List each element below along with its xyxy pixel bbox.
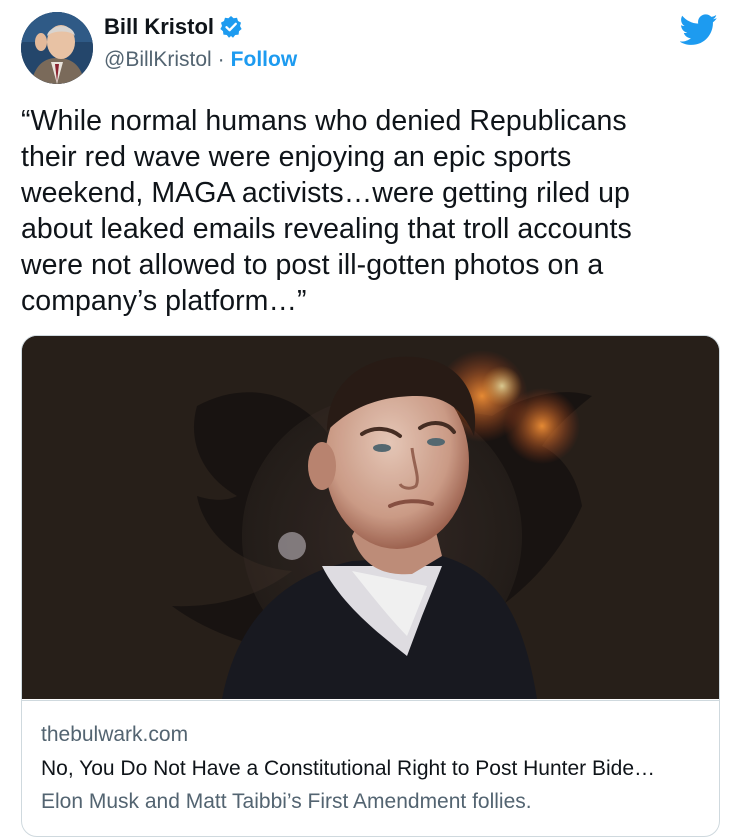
tweet-text: “While normal humans who denied Republic… (21, 103, 711, 319)
card-title[interactable]: No, You Do Not Have a Constitutional Rig… (41, 757, 655, 781)
article-photo[interactable] (22, 336, 719, 699)
display-name[interactable]: Bill Kristol (104, 14, 214, 40)
separator-dot: · (217, 48, 225, 71)
link-card[interactable]: thebulwark.com No, You Do Not Have a Con… (21, 335, 720, 837)
twitter-bird-icon[interactable] (679, 14, 718, 46)
follow-button[interactable]: Follow (231, 48, 298, 72)
tweet-text-line: “While normal humans who denied Republic… (21, 105, 627, 137)
verified-badge-icon (219, 15, 243, 39)
handle[interactable]: @BillKristol (104, 48, 212, 72)
tweet-text-line: weekend, MAGA activists…were getting ril… (21, 177, 630, 209)
tweet-text-line: were not allowed to post ill-gotten phot… (21, 249, 604, 281)
tweet-text-line: about leaked emails revealing that troll… (21, 213, 632, 245)
tweet-text-line: company’s platform…” (21, 285, 307, 317)
card-description: Elon Musk and Matt Taibbi’s First Amendm… (41, 790, 532, 813)
card-domain: thebulwark.com (41, 723, 189, 746)
author-block: Bill Kristol @BillKristol · Follow (104, 12, 297, 72)
tweet: Bill Kristol @BillKristol · Follow “Whil… (0, 0, 734, 837)
card-meta[interactable]: thebulwark.com No, You Do Not Have a Con… (22, 700, 719, 813)
tweet-text-line: their red wave were enjoying an epic spo… (21, 141, 572, 173)
avatar[interactable] (21, 12, 93, 84)
